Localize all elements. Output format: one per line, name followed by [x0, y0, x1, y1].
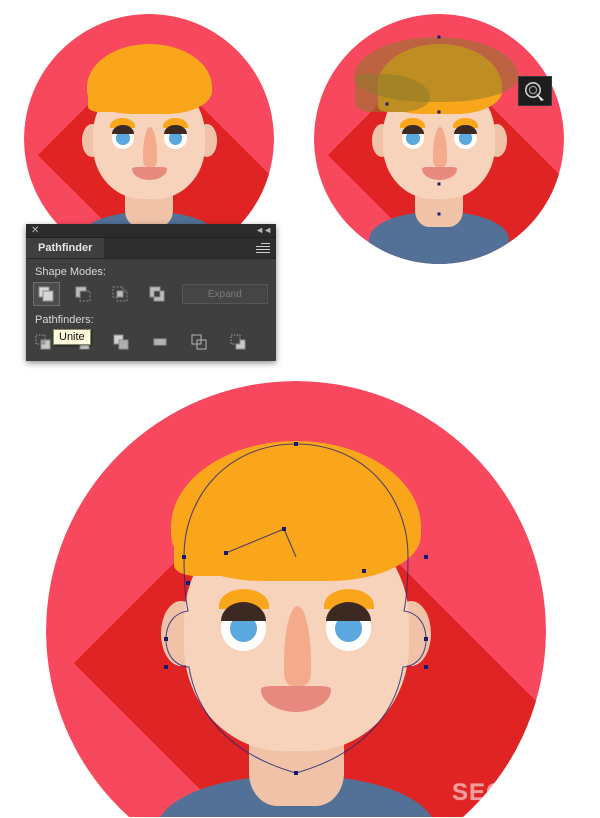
watermark-box: 研究协会网 www.seoxiehui.cn [508, 768, 600, 818]
pathfinder-unite-cursor-icon [518, 76, 552, 106]
tab-pathfinder[interactable]: Pathfinder [26, 238, 105, 258]
shape-modes-row: Expand [33, 282, 269, 306]
eyelid-right [454, 125, 477, 134]
pathfinders-label: Pathfinders: [35, 314, 94, 326]
expand-label: Expand [207, 288, 242, 300]
watermark-chinese: 研究协会网 [514, 770, 587, 808]
merge-button[interactable] [112, 331, 130, 353]
close-icon[interactable]: ✕ [31, 225, 39, 236]
outline-button[interactable] [190, 331, 208, 353]
path-anchor[interactable] [424, 555, 428, 559]
selected-path-outline [165, 443, 427, 774]
path-anchor[interactable] [164, 637, 168, 641]
path-anchor[interactable] [424, 665, 428, 669]
expand-button[interactable]: Expand [181, 284, 269, 304]
double-chevron-left-icon[interactable]: ◄◄ [255, 225, 272, 236]
path-anchor[interactable] [224, 551, 228, 555]
pathfinder-panel[interactable]: ✕ ◄◄ Pathfinder Shape Modes: Expand Path… [26, 224, 276, 361]
panel-body: Shape Modes: Expand Pathfinders: Unite [26, 259, 276, 361]
panel-title: Pathfinder [38, 242, 93, 254]
divide-button[interactable] [34, 331, 52, 353]
unite-button[interactable] [33, 282, 60, 306]
path-anchor[interactable] [186, 581, 190, 585]
minus-front-button[interactable] [71, 283, 96, 305]
path-anchor[interactable] [362, 569, 366, 573]
path-anchor[interactable] [294, 771, 298, 775]
selection-anchor [437, 110, 441, 113]
eyelid-right [164, 125, 187, 134]
exclude-button[interactable] [145, 283, 170, 305]
selection-anchor [437, 182, 441, 186]
avatar-disc [46, 381, 546, 817]
selection-anchor [437, 212, 441, 216]
avatar-selected-hair[interactable] [314, 14, 564, 264]
path-anchor[interactable] [182, 555, 186, 559]
path-anchor[interactable] [282, 527, 286, 531]
watermark: SEO 研究协会网 www.seoxiehui.cn [452, 768, 600, 818]
selection-anchor [437, 35, 441, 38]
path-anchor[interactable] [294, 442, 298, 446]
intersect-button[interactable] [108, 283, 133, 305]
selection-anchor [385, 102, 388, 106]
watermark-brand: SEO [452, 779, 506, 806]
artboard: ✕ ◄◄ Pathfinder Shape Modes: Expand Path… [0, 0, 600, 818]
crop-button[interactable] [151, 331, 169, 353]
path-anchor[interactable] [424, 637, 428, 641]
path-anchor[interactable] [164, 665, 168, 669]
avatar-disc [314, 14, 564, 264]
shape-modes-label: Shape Modes: [35, 266, 106, 278]
panel-tab-row: Pathfinder [26, 238, 276, 259]
avatar-large-preview[interactable] [46, 381, 546, 817]
panel-menu-icon[interactable] [256, 243, 270, 253]
minus-back-button[interactable] [229, 331, 247, 353]
panel-title-bar: ✕ ◄◄ [26, 224, 276, 238]
watermark-url: www.seoxiehui.cn [526, 809, 583, 815]
unite-tooltip: Unite [53, 329, 91, 345]
